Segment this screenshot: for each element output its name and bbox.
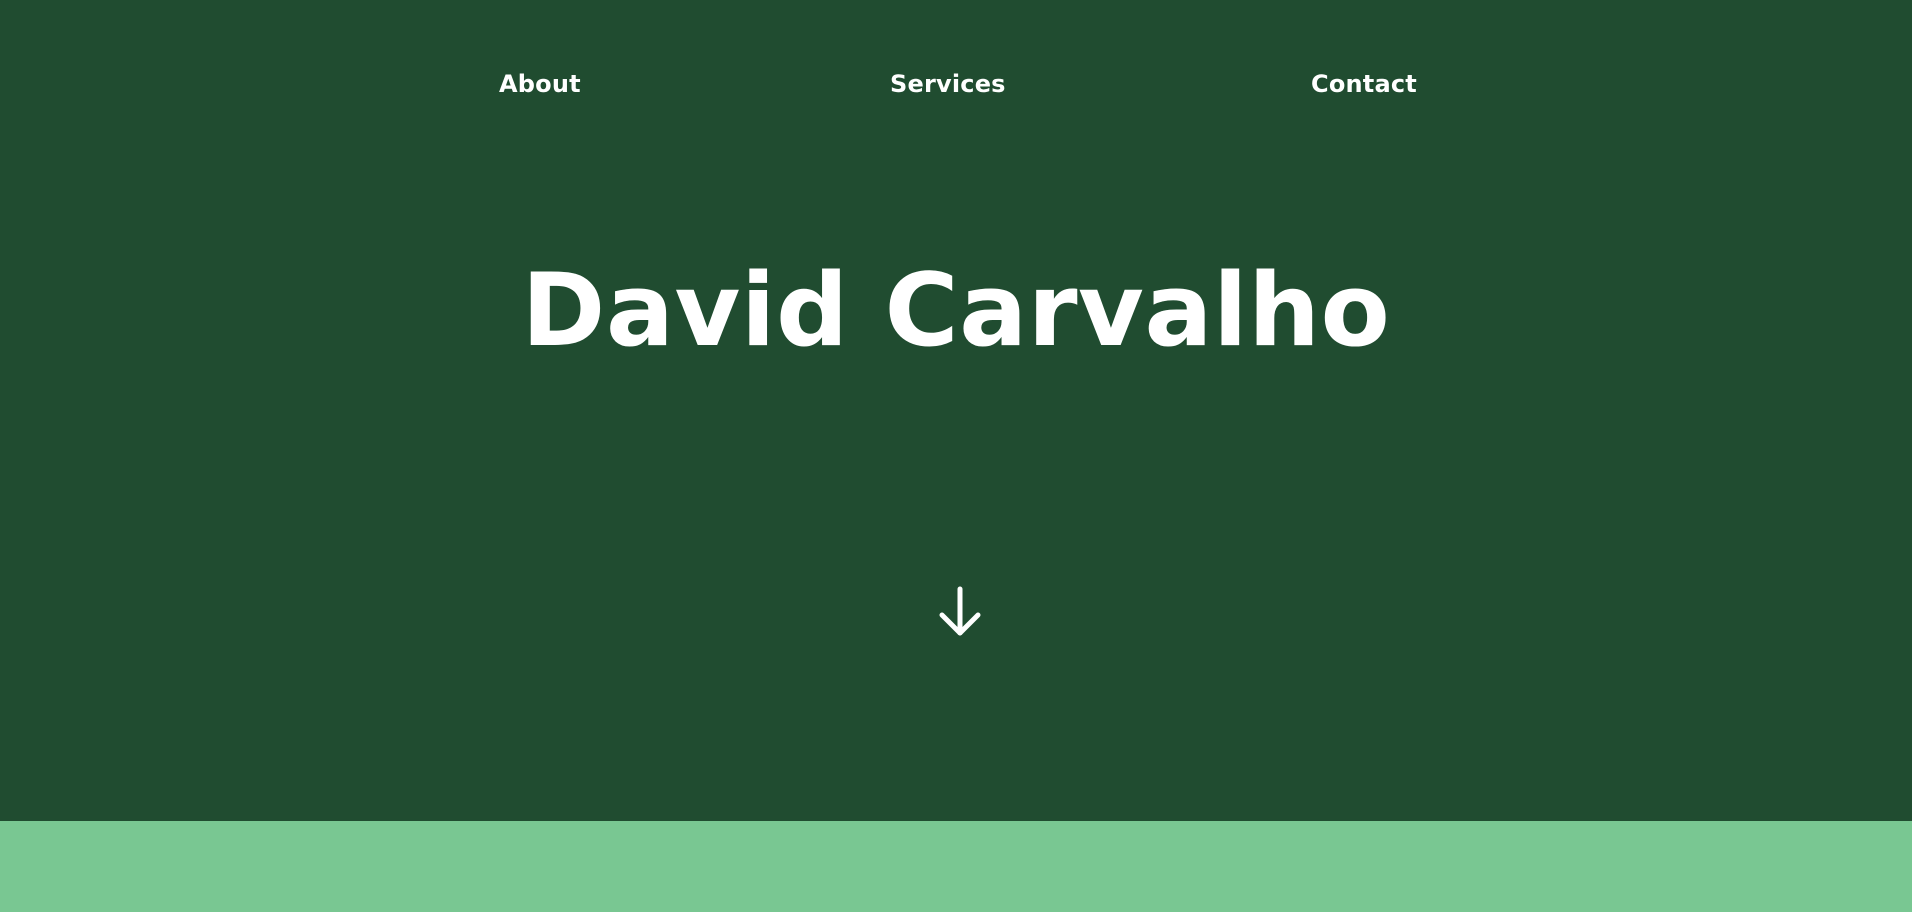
scroll-down-button[interactable]	[937, 585, 983, 641]
nav-link-about[interactable]: About	[499, 68, 581, 100]
nav-link-contact[interactable]: Contact	[1311, 68, 1417, 100]
hero-section: About Services Contact David Carvalho	[0, 0, 1912, 821]
next-section-band	[0, 821, 1912, 912]
page-title: David Carvalho	[521, 251, 1391, 369]
arrow-down-icon	[939, 586, 981, 636]
nav-link-services[interactable]: Services	[890, 68, 1006, 100]
main-nav: About Services Contact	[0, 68, 1912, 100]
